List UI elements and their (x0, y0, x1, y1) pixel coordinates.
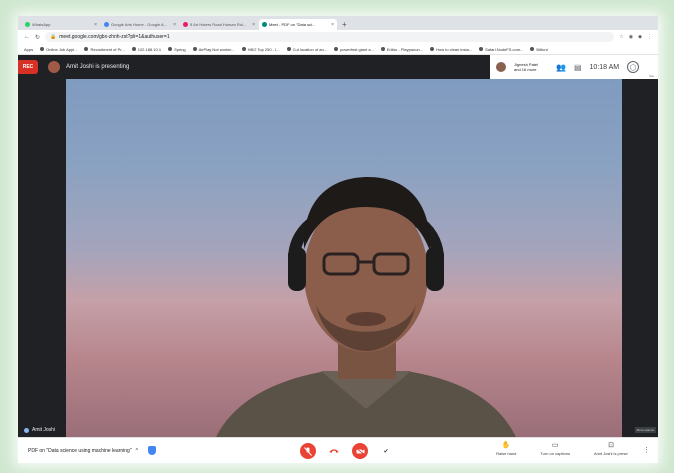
captions-icon: ▭ (551, 442, 559, 449)
more-options-icon[interactable]: ⋮ (643, 446, 650, 454)
globe-icon (430, 47, 435, 51)
reload-icon[interactable]: ↻ (35, 34, 40, 41)
presenter-video (66, 79, 622, 437)
globe-icon (131, 47, 136, 51)
address-bar: ← ↻ 🔒 meet.google.com/gbx-zhnh-zst?pli=1… (18, 30, 658, 44)
star-icon[interactable]: ☆ (619, 34, 623, 40)
globe-icon (530, 47, 535, 51)
presenter-figure (216, 177, 516, 437)
secondary-controls: ✋ Raise hand ▭ Turn on captions ⊡ Amit J… (496, 441, 628, 456)
presenting-button[interactable]: ⊡ Amit Joshi is presenting (594, 441, 628, 456)
extension-icon[interactable]: ◉ (629, 34, 633, 40)
participant-avatar (496, 62, 506, 72)
bookmark-item[interactable]: AirPlay Not workin... (192, 47, 235, 52)
meeting-clock: 10:18 AM (589, 63, 620, 71)
sparkle-icon: ✔ (383, 448, 389, 455)
new-tab-button[interactable]: + (342, 19, 347, 30)
call-buttons: ✔ (300, 443, 394, 459)
browser-window: WhatsApp × Google Arts Home - Google A..… (18, 16, 658, 463)
bookmark-item[interactable]: Online Job Appl... (40, 47, 77, 52)
bookmark-item[interactable]: 102.188.10.1 (131, 47, 161, 52)
leave-call-button[interactable] (326, 443, 342, 459)
menu-icon[interactable]: ⋮ (647, 34, 652, 40)
camera-toggle-button[interactable] (352, 443, 368, 459)
self-tile-label: Amit Joshi (24, 427, 55, 433)
meeting-details-button[interactable]: PDF on "Data science using machine learn… (28, 446, 156, 455)
presenter-avatar (48, 61, 60, 73)
bookmark-item[interactable]: HBO Top 250 - I... (241, 47, 280, 52)
bookmark-item[interactable]: Bitfont (530, 47, 548, 52)
participants-summary[interactable]: Jignesh Patel and 16 more (514, 62, 548, 72)
meet-top-bar: REC Amit Joshi is presenting Jignesh Pat… (18, 55, 658, 79)
browser-tab-art-haters[interactable]: 5 Art Haters Road Human Rol... × (180, 19, 258, 30)
tab-title: Google Arts Home - Google A... (111, 22, 168, 27)
browser-tab-meet[interactable]: Meet - PDF on "Data sci... × (259, 19, 337, 30)
tab-title: 5 Art Haters Road Human Rol... (190, 22, 247, 27)
captions-button[interactable]: ▭ Turn on captions (540, 441, 570, 456)
bookmark-item[interactable]: How to clean insta... (430, 47, 472, 52)
bookmark-item[interactable]: Safari.NodeFS.com... (479, 47, 523, 52)
meet-icon (262, 22, 267, 27)
mic-off-icon (304, 446, 312, 456)
site-icon (183, 22, 188, 27)
mic-active-icon (24, 427, 29, 433)
close-tab-icon[interactable]: × (94, 22, 97, 28)
puzzle-icon[interactable]: ◆ (638, 34, 642, 40)
chevron-up-icon: ^ (135, 447, 138, 454)
lock-icon: 🔒 (50, 34, 57, 40)
url-input[interactable]: 🔒 meet.google.com/gbx-zhnh-zst?pli=1&aut… (45, 32, 615, 42)
meeting-title: PDF on "Data science using machine learn… (28, 447, 132, 454)
globe-icon (241, 47, 246, 51)
mic-toggle-button[interactable] (300, 443, 316, 459)
bookmark-item[interactable]: Recruitment of Pr... (84, 47, 125, 52)
close-tab-icon[interactable]: × (331, 22, 334, 28)
bookmark-item[interactable]: Editor - Playpanon... (380, 47, 423, 52)
close-tab-icon[interactable]: × (173, 22, 176, 28)
globe-icon (334, 47, 339, 51)
tab-strip: WhatsApp × Google Arts Home - Google A..… (18, 16, 658, 30)
globe-icon (40, 47, 45, 51)
recording-badge: REC (18, 60, 38, 74)
globe-icon (286, 47, 291, 51)
people-icon[interactable]: 👥 (556, 63, 566, 72)
camera-off-icon (355, 447, 365, 455)
globe-icon (84, 47, 89, 51)
bookmark-item[interactable]: Spring (168, 47, 186, 52)
back-icon[interactable]: ← (24, 34, 30, 40)
chat-icon[interactable]: ▤ (574, 63, 582, 72)
meet-header-right: Jignesh Patel and 16 more 👥 ▤ 10:18 AM ◯… (490, 55, 658, 79)
meeting-controls: PDF on "Data science using machine learn… (18, 437, 658, 463)
url-text: meet.google.com/gbx-zhnh-zst?pli=1&authu… (59, 34, 170, 40)
bookmark-item[interactable]: Apps (24, 47, 33, 52)
globe-icon (380, 47, 385, 51)
bookmark-item[interactable]: powerfest giant a... (334, 47, 374, 52)
google-icon (104, 22, 109, 27)
browser-tab-arts[interactable]: Google Arts Home - Google A... × (101, 19, 179, 30)
more-options-tag[interactable]: More options (634, 427, 656, 433)
hand-icon: ✋ (501, 442, 511, 449)
raise-hand-button[interactable]: ✋ Raise hand (496, 441, 516, 456)
account-icon[interactable]: ◯ (627, 61, 640, 73)
presenting-status: Amit Joshi is presenting (66, 64, 130, 70)
tab-title: WhatsApp (32, 22, 51, 27)
bookmark-item[interactable]: Cut location of an... (286, 47, 327, 52)
present-screen-icon: ⊡ (608, 442, 614, 449)
you-label: You (648, 74, 654, 78)
effects-button[interactable]: ✔ (378, 443, 394, 459)
extension-icons: ☆ ◉ ◆ ⋮ (619, 34, 652, 40)
whatsapp-icon (25, 22, 30, 27)
video-stage: Amit Joshi More options (18, 79, 658, 437)
close-tab-icon[interactable]: × (252, 22, 255, 28)
hang-up-icon (329, 449, 339, 453)
shield-icon (147, 446, 156, 455)
globe-icon (168, 47, 173, 51)
browser-tab-whatsapp[interactable]: WhatsApp × (22, 19, 100, 30)
tab-title: Meet - PDF on "Data sci... (269, 22, 316, 27)
bookmarks-bar: Apps Online Job Appl... Recruitment of P… (18, 44, 658, 55)
globe-icon (192, 47, 197, 51)
globe-icon (479, 47, 484, 51)
